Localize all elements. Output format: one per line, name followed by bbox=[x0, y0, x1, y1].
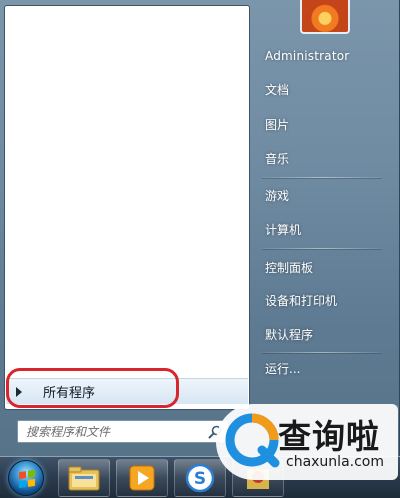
control-panel-item[interactable]: 控制面板 bbox=[256, 252, 386, 282]
music-item[interactable]: 音乐 bbox=[256, 143, 386, 173]
documents-item[interactable]: 文档 bbox=[256, 74, 386, 104]
user-avatar[interactable] bbox=[300, 0, 350, 34]
all-programs-label: 所有程序 bbox=[43, 386, 96, 401]
sogou-input-icon: S bbox=[185, 463, 215, 493]
watermark-url: chaxunla.com bbox=[286, 454, 384, 470]
search-input[interactable] bbox=[26, 422, 206, 441]
file-explorer-button[interactable] bbox=[58, 459, 110, 497]
media-player-button[interactable] bbox=[116, 459, 168, 497]
sogou-input-button[interactable]: S bbox=[174, 459, 226, 497]
run-item[interactable]: 运行... bbox=[256, 353, 386, 383]
default-programs-item[interactable]: 默认程序 bbox=[256, 319, 386, 349]
games-item[interactable]: 游戏 bbox=[256, 180, 386, 210]
computer-item[interactable]: 计算机 bbox=[256, 214, 386, 244]
media-player-icon bbox=[129, 465, 155, 491]
all-programs-button[interactable]: 所有程序 bbox=[6, 378, 248, 404]
pinned-programs-pane bbox=[4, 5, 250, 410]
devices-printers-item[interactable]: 设备和打印机 bbox=[256, 285, 386, 315]
folder-icon bbox=[68, 466, 100, 491]
user-folder-item[interactable]: Administrator bbox=[256, 41, 386, 71]
pictures-item[interactable]: 图片 bbox=[256, 109, 386, 139]
search-box[interactable] bbox=[17, 420, 229, 443]
windows-logo-icon bbox=[19, 469, 35, 488]
start-menu: 所有程序 Administrator 文档 图片 音乐 游戏 计算机 控制面板 … bbox=[0, 0, 400, 456]
menu-separator bbox=[262, 248, 382, 249]
watermark: 查询啦 chaxunla.com bbox=[216, 404, 398, 480]
chaxunla-logo-icon bbox=[225, 413, 280, 468]
start-orb-icon[interactable] bbox=[8, 460, 44, 496]
menu-separator bbox=[262, 177, 382, 178]
svg-text:S: S bbox=[194, 469, 206, 489]
watermark-title: 查询啦 bbox=[278, 417, 380, 456]
expand-arrow-icon bbox=[16, 386, 22, 397]
